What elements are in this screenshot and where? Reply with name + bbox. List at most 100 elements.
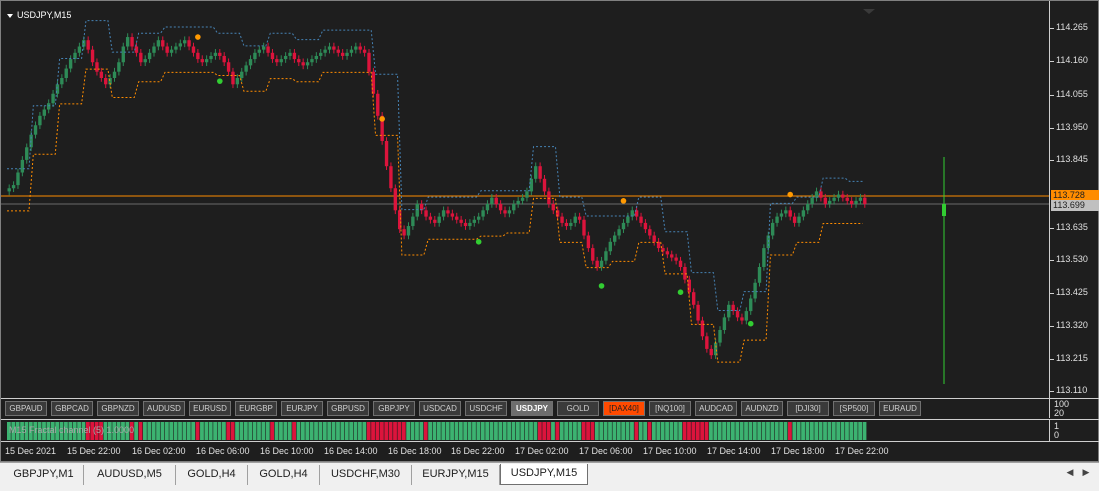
symbol-button[interactable]: GBPCAD — [51, 401, 93, 416]
candle-body — [670, 254, 674, 258]
candle-body — [727, 304, 731, 318]
candle-body — [626, 216, 630, 223]
candle-body — [130, 37, 134, 47]
sub-scale-1[interactable]: 100 20 — [1049, 398, 1099, 418]
candle-body — [288, 52, 292, 56]
candle-body — [402, 229, 406, 236]
symbol-button[interactable]: EURUSD — [189, 401, 231, 416]
chart-tab[interactable]: GOLD,H4 — [176, 465, 248, 485]
price-tick: 113.950 — [1050, 122, 1088, 132]
candle-body — [362, 49, 367, 53]
candle-body — [696, 304, 700, 321]
symbol-button[interactable]: GBPUSD — [327, 401, 369, 416]
chart-tab-active[interactable]: USDJPY,M15 — [500, 464, 588, 485]
candle-body — [384, 141, 389, 167]
symbol-button[interactable]: [DJI30] — [787, 401, 829, 416]
indicator-bar — [327, 422, 332, 440]
indicator-bar — [853, 422, 858, 440]
candle-body — [547, 191, 551, 204]
time-axis[interactable]: 15 Dec 2021 15 Dec 22:00 16 Dec 02:00 16… — [1, 441, 1099, 462]
indicator-bar — [371, 422, 375, 440]
symbol-button[interactable]: USDCAD — [419, 401, 461, 416]
symbol-button[interactable]: AUDNZD — [741, 401, 783, 416]
fractal-up-dot — [620, 198, 627, 204]
symbol-button[interactable]: GBPJPY — [373, 401, 415, 416]
symbol-button[interactable]: EURAUD — [879, 401, 921, 416]
candle-body — [520, 197, 525, 201]
indicator-bar — [476, 422, 481, 440]
indicator-bar — [384, 422, 389, 440]
indicator-bar — [138, 422, 143, 440]
symbol-button[interactable]: [SP500] — [833, 401, 875, 416]
symbol-button[interactable]: AUDCAD — [695, 401, 737, 416]
candle-body — [512, 204, 516, 211]
candle-body — [218, 52, 222, 56]
shift-marker-icon[interactable] — [863, 9, 875, 14]
indicator-bar — [143, 422, 147, 440]
indicator-bar — [358, 422, 362, 440]
fractal-down-dot — [677, 289, 684, 296]
candle-body — [560, 216, 564, 223]
candle-body — [178, 43, 183, 47]
indicator-bar — [261, 422, 266, 440]
price-scale[interactable]: 114.265 114.160 114.055 113.950 113.845 … — [1049, 1, 1099, 399]
candle-body — [494, 197, 498, 204]
candle-body — [648, 229, 652, 236]
indicator-bar — [831, 422, 836, 440]
tab-scroll-left-icon[interactable]: ◀ — [1065, 467, 1075, 481]
chart-tab[interactable]: EURJPY,M15 — [412, 465, 500, 485]
candle-body — [99, 71, 104, 78]
main-price-plot[interactable]: USDJPY,M15 — [1, 1, 1049, 399]
candle-body — [393, 188, 398, 211]
symbol-button-highlighted[interactable]: [DAX40] — [603, 401, 645, 416]
time-tick: 17 Dec 10:00 — [643, 446, 697, 456]
candle-body — [564, 222, 569, 227]
indicator-bar — [568, 422, 573, 440]
time-tick: 16 Dec 10:00 — [260, 446, 314, 456]
chart-tab[interactable]: AUDUSD,M5 — [84, 465, 176, 485]
indicator-pane[interactable]: M15 Fractal channel (5) 1.0000 — [1, 419, 1049, 441]
symbol-button[interactable]: USDCHF — [465, 401, 507, 416]
indicator-bars-group — [7, 422, 867, 440]
chart-tab[interactable]: GOLD,H4 — [248, 465, 320, 485]
symbol-button[interactable]: [NQ100] — [649, 401, 691, 416]
candle-body — [226, 62, 231, 72]
indicator-bar — [862, 422, 867, 440]
chart-tab[interactable]: GBPJPY,M1 — [4, 465, 84, 485]
sub-scale-tick: 0 — [1054, 430, 1060, 440]
candle-body — [678, 260, 683, 267]
symbol-button[interactable]: EURGBP — [235, 401, 277, 416]
candle-body — [213, 52, 218, 56]
tab-scroll-right-icon[interactable]: ▶ — [1081, 467, 1091, 481]
indicator-bar — [660, 422, 665, 440]
indicator-bar — [498, 422, 503, 440]
symbol-button[interactable]: GOLD — [557, 401, 599, 416]
price-tick: 113.845 — [1050, 154, 1088, 164]
indicator-bar — [173, 422, 178, 440]
indicator-bar — [515, 422, 520, 440]
indicator-bar — [467, 422, 472, 440]
chart-window[interactable]: USDJPY,M15 114.265 114.160 114.055 113.9… — [0, 0, 1099, 462]
candle-body — [261, 46, 266, 50]
indicator-bar — [428, 422, 433, 440]
indicator-bar — [533, 422, 538, 440]
indicator-bar — [502, 422, 507, 440]
candle-body — [240, 71, 244, 78]
dropdown-triangle-icon[interactable] — [7, 13, 13, 18]
symbol-button[interactable]: GBPNZD — [97, 401, 139, 416]
candle-body — [700, 320, 705, 337]
indicator-bar — [766, 422, 770, 440]
symbol-button[interactable]: EURJPY — [281, 401, 323, 416]
candle-body — [86, 40, 90, 50]
symbol-button[interactable]: GBPAUD — [5, 401, 47, 416]
candle-body — [586, 235, 591, 249]
symbol-button[interactable]: AUDUSD — [143, 401, 185, 416]
symbol-button-active[interactable]: USDJPY — [511, 401, 553, 416]
candle-body — [617, 229, 621, 236]
indicator-bar — [309, 422, 314, 440]
indicator-bar — [801, 422, 805, 440]
indicator-bar — [537, 422, 542, 440]
sub-scale-2[interactable]: 1 0 — [1049, 419, 1099, 441]
chart-tab[interactable]: USDCHF,M30 — [320, 465, 412, 485]
fractal-down-dot — [598, 283, 605, 289]
